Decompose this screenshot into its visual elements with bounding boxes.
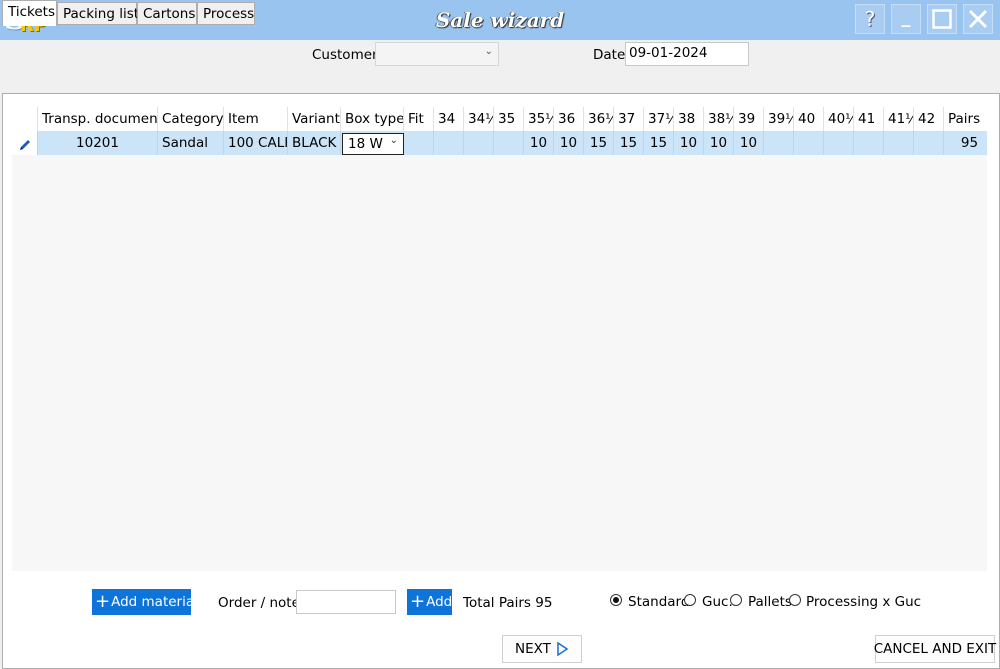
size-qty-cell[interactable]: 15 — [644, 131, 674, 155]
fit-cell[interactable] — [404, 131, 434, 155]
radio-standard-label[interactable]: Standard — [628, 594, 689, 610]
minimize-icon: _ — [901, 6, 911, 28]
column-header[interactable]: Variant — [288, 107, 341, 131]
column-header[interactable]: 38½ — [704, 107, 734, 131]
pencil-icon[interactable] — [18, 138, 32, 152]
tickets-grid[interactable]: Transp. document Category Item Variant Box t… — [12, 107, 987, 571]
plus-icon: + — [95, 591, 111, 612]
close-icon — [968, 9, 988, 29]
tab-tickets[interactable]: Tickets — [2, 0, 57, 26]
column-header[interactable]: 40½ — [824, 107, 854, 131]
radio-guc[interactable] — [684, 594, 696, 606]
tab-packing-list[interactable]: Packing list — [57, 2, 139, 25]
category-cell: Sandal — [158, 131, 224, 155]
radio-guc-label[interactable]: Guc. — [702, 594, 733, 610]
column-header[interactable]: Category — [158, 107, 224, 131]
help-button[interactable]: ? — [855, 4, 885, 34]
date-field[interactable]: 09-01-2024 — [625, 42, 749, 66]
chevron-down-icon: ⌄ — [484, 46, 493, 57]
column-header[interactable]: 42 — [914, 107, 944, 131]
radio-processing-guc-label[interactable]: Processing x Guc — [806, 594, 921, 610]
add-material-label: Add material — [111, 594, 198, 610]
add-material-button[interactable]: + Add material — [92, 589, 198, 615]
column-header[interactable]: 39½ — [764, 107, 794, 131]
column-header[interactable]: 40 — [794, 107, 824, 131]
column-header[interactable]: Item — [224, 107, 288, 131]
order-note-label: Order / note — [218, 595, 300, 611]
column-header[interactable]: 37½ — [644, 107, 674, 131]
column-header[interactable]: Fit — [404, 107, 434, 131]
cancel-label: CANCEL AND EXIT — [873, 641, 997, 657]
column-header[interactable]: Transp. document — [38, 107, 158, 131]
radio-pallets[interactable] — [730, 594, 742, 606]
size-qty-cell[interactable] — [434, 131, 464, 155]
maximize-icon — [932, 9, 952, 29]
pairs-cell: 95 — [944, 131, 987, 155]
grid-header-corner — [12, 107, 38, 131]
column-header[interactable]: 36 — [554, 107, 584, 131]
size-qty-cell[interactable] — [794, 131, 824, 155]
size-qty-cell[interactable] — [914, 131, 944, 155]
order-note-input[interactable] — [296, 590, 396, 614]
column-header[interactable]: Box type — [341, 107, 404, 131]
variant-cell: BLACK — [288, 131, 341, 155]
close-button[interactable] — [963, 4, 993, 34]
column-header[interactable]: 41 — [854, 107, 884, 131]
size-qty-cell[interactable]: 10 — [704, 131, 734, 155]
column-header[interactable]: 36½ — [584, 107, 614, 131]
chevron-down-icon: ⌄ — [389, 135, 398, 146]
table-row[interactable]: 10201 Sandal 100 CALF BLACK 18 W ⌄ 10 10 15 15 15 1… — [12, 131, 987, 155]
radio-pallets-label[interactable]: Pallets — [748, 594, 792, 610]
grid-header-row: Transp. document Category Item Variant Box t… — [12, 107, 987, 131]
size-qty-cell[interactable] — [494, 131, 524, 155]
maximize-button[interactable] — [927, 4, 957, 34]
customer-combobox[interactable]: ⌄ — [375, 42, 499, 66]
tab-process[interactable]: Process — [197, 2, 255, 25]
size-qty-cell[interactable] — [824, 131, 854, 155]
size-qty-cell[interactable]: 10 — [674, 131, 704, 155]
size-qty-cell[interactable] — [884, 131, 914, 155]
box-type-select[interactable]: 18 W ⌄ — [342, 133, 404, 155]
radio-processing-guc[interactable] — [789, 594, 801, 606]
radio-standard[interactable] — [610, 594, 622, 606]
size-qty-cell[interactable] — [764, 131, 794, 155]
column-header[interactable]: 35 — [494, 107, 524, 131]
column-header[interactable]: Pairs — [944, 107, 987, 131]
box-type-value: 18 W — [348, 136, 383, 152]
column-header[interactable]: 38 — [674, 107, 704, 131]
size-qty-cell[interactable]: 15 — [614, 131, 644, 155]
column-header[interactable]: 41½ — [884, 107, 914, 131]
cancel-and-exit-button[interactable]: CANCEL AND EXIT — [873, 635, 997, 663]
column-header[interactable]: 37 — [614, 107, 644, 131]
next-label: NEXT — [515, 641, 551, 657]
total-pairs-text: Total Pairs 95 — [463, 595, 553, 611]
play-arrow-icon — [557, 641, 569, 657]
column-header[interactable]: 39 — [734, 107, 764, 131]
plus-icon: + — [410, 591, 426, 612]
column-header[interactable]: 35½ — [524, 107, 554, 131]
add-button[interactable]: + Add — [407, 589, 452, 615]
size-qty-cell[interactable] — [464, 131, 494, 155]
help-icon: ? — [864, 7, 876, 31]
tab-cartons[interactable]: Cartons — [137, 2, 197, 25]
size-qty-cell[interactable]: 10 — [524, 131, 554, 155]
minimize-button[interactable]: _ — [891, 4, 921, 34]
size-qty-cell[interactable]: 10 — [734, 131, 764, 155]
next-button[interactable]: NEXT — [502, 635, 582, 663]
column-header[interactable]: 34½ — [464, 107, 494, 131]
size-qty-cell[interactable]: 15 — [584, 131, 614, 155]
size-qty-cell[interactable] — [854, 131, 884, 155]
row-edit-cell[interactable] — [12, 131, 38, 155]
add-label: Add — [426, 594, 453, 610]
date-label: Date — [593, 47, 626, 63]
column-header[interactable]: 34 — [434, 107, 464, 131]
item-cell: 100 CALF — [224, 131, 288, 155]
customer-label: Customer — [312, 47, 378, 63]
transp-document-cell: 10201 — [38, 131, 158, 155]
size-qty-cell[interactable]: 10 — [554, 131, 584, 155]
